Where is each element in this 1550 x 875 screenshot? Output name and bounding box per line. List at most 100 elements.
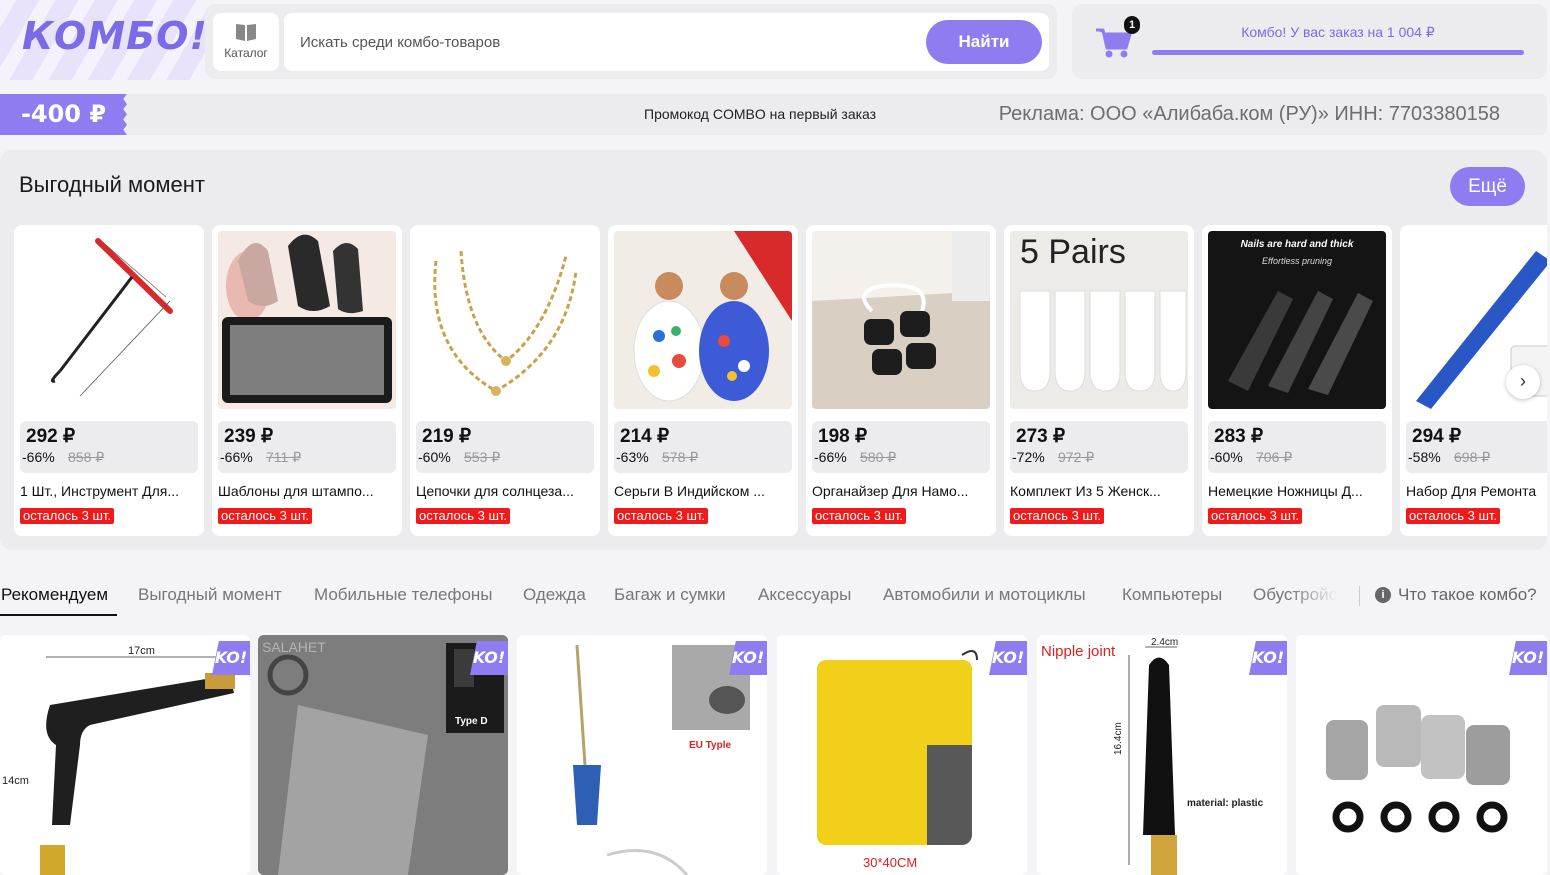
- old-price: 858 ₽: [68, 449, 105, 465]
- stock-badge: осталось 3 шт.: [218, 508, 313, 524]
- deal-card[interactable]: Nails are hard and thick Effortless prun…: [1202, 225, 1392, 536]
- search-box: Найти: [284, 13, 1049, 71]
- product-name: Набор Для Ремонта: [1406, 483, 1537, 499]
- promo-text: Промокод COMBO на первый заказ: [644, 106, 877, 122]
- stock-badge: осталось 3 шт.: [1010, 508, 1105, 524]
- more-button[interactable]: Ещё: [1450, 167, 1525, 206]
- product-image: [20, 231, 198, 409]
- promo-amount: -400 ₽: [20, 100, 107, 128]
- stock-badge: осталось 3 шт.: [1208, 508, 1303, 524]
- deal-card[interactable]: 239 ₽ -66% 711 ₽ Шаблоны для штампо... о…: [212, 225, 402, 536]
- category-tabs: Рекомендуем Выгодный момент Мобильные те…: [0, 576, 1550, 620]
- tab-mobile-phones[interactable]: Мобильные телефоны: [314, 585, 493, 605]
- price: 239 ₽: [224, 426, 274, 447]
- tab-bags[interactable]: Багаж и сумки: [614, 585, 726, 605]
- tab-recommended[interactable]: Рекомендуем: [1, 585, 108, 605]
- price: 219 ₽: [422, 426, 472, 447]
- product-card[interactable]: 17cm 14cm KO!: [0, 635, 250, 875]
- stock-badge: осталось 3 шт.: [416, 508, 511, 524]
- price-box: 283 ₽ -60% 706 ₽: [1208, 421, 1386, 473]
- brand-watermark: SALAHET: [262, 639, 326, 655]
- dimension-label: 17cm: [128, 645, 155, 657]
- stock-badge: осталось 3 шт.: [614, 508, 709, 524]
- book-icon: [236, 24, 256, 41]
- discount: -60%: [1210, 449, 1243, 465]
- logo[interactable]: КОМБО!: [0, 0, 205, 80]
- price-box: 214 ₽ -63% 578 ₽: [614, 421, 792, 473]
- catalog-button[interactable]: Каталог: [213, 13, 279, 71]
- product-image: [40, 656, 240, 875]
- product-card[interactable]: EU Typle KO!: [517, 635, 767, 875]
- product-image: [416, 231, 594, 409]
- deal-card[interactable]: 219 ₽ -60% 553 ₽ Цепочки для солнцеза...…: [410, 225, 600, 536]
- what-is-combo-link[interactable]: Что такое комбо?: [1398, 585, 1537, 605]
- discount: -58%: [1408, 449, 1441, 465]
- deal-card[interactable]: 198 ₽ -66% 580 ₽ Органайзер Для Намо... …: [806, 225, 996, 536]
- stock-badge: осталось 3 шт.: [812, 508, 907, 524]
- stock-badge: осталось 3 шт.: [1406, 508, 1501, 524]
- info-icon: i: [1375, 587, 1391, 603]
- product-image: [1128, 646, 1177, 875]
- deal-card[interactable]: 5 Pairs 273 ₽ -72% 972 ₽ Комплект Из 5 Ж…: [1004, 225, 1194, 536]
- discount: -66%: [22, 449, 55, 465]
- promo-strip[interactable]: -400 ₽ Промокод COMBO на первый заказ Ре…: [0, 94, 1547, 135]
- stock-badge: осталось 3 шт.: [20, 508, 115, 524]
- product-card[interactable]: 30*40CM KO!: [777, 635, 1027, 875]
- discount: -66%: [814, 449, 847, 465]
- cart-message: Комбо! У вас заказ на 1 004 ₽: [1241, 24, 1435, 40]
- product-image: Nails are hard and thick Effortless prun…: [1208, 231, 1386, 409]
- top-bar: КОМБО! Каталог Найти 1 Комбо! У вас зака…: [0, 0, 1550, 86]
- old-price: 578 ₽: [662, 449, 699, 465]
- divider: [1359, 586, 1360, 606]
- scroll-right-button[interactable]: ›: [1506, 365, 1540, 399]
- product-caption: Nipple joint: [1041, 643, 1116, 660]
- product-name: Комплект Из 5 Женск...: [1010, 483, 1161, 499]
- old-price: 553 ₽: [464, 449, 501, 465]
- tab-clothing[interactable]: Одежда: [523, 585, 586, 605]
- product-image: [258, 635, 508, 875]
- old-price: 972 ₽: [1058, 449, 1095, 465]
- product-image: [614, 231, 792, 409]
- dimension-label: 14cm: [2, 775, 29, 787]
- product-name: Немецкие Ножницы Д...: [1208, 483, 1363, 499]
- tab-computers[interactable]: Компьютеры: [1122, 585, 1222, 605]
- old-price: 706 ₽: [1256, 449, 1293, 465]
- deal-card[interactable]: 292 ₽ -66% 858 ₽ 1 Шт., Инструмент Для..…: [14, 225, 204, 536]
- product-image: 5 Pairs: [1010, 231, 1188, 409]
- deals-title: Выгодный момент: [19, 172, 205, 197]
- logo-text: КОМБО!: [22, 14, 205, 58]
- product-card[interactable]: KO!: [1296, 635, 1547, 875]
- tab-auto-moto[interactable]: Автомобили и мотоциклы: [883, 585, 1086, 605]
- price: 294 ₽: [1412, 426, 1462, 447]
- product-name: Органайзер Для Намо...: [812, 483, 969, 499]
- product-card[interactable]: Nipple joint 2.4cm 16.4cm material: plas…: [1037, 635, 1287, 875]
- price-box: 273 ₽ -72% 972 ₽: [1010, 421, 1188, 473]
- product-name: Цепочки для солнцеза...: [416, 483, 574, 499]
- chevron-right-icon: ›: [1520, 371, 1526, 391]
- catalog-label: Каталог: [224, 46, 268, 60]
- active-tab-underline: [0, 614, 117, 616]
- cart-card[interactable]: 1 Комбо! У вас заказ на 1 004 ₽: [1072, 4, 1547, 79]
- price-box: 239 ₽ -66% 711 ₽: [218, 421, 396, 473]
- discount: -66%: [220, 449, 253, 465]
- product-image: [812, 231, 990, 409]
- price: 214 ₽: [620, 426, 670, 447]
- tab-good-moment[interactable]: Выгодный момент: [138, 585, 282, 605]
- product-name: Шаблоны для штампо...: [218, 483, 374, 499]
- product-card[interactable]: SALAHET Type D KO!: [258, 635, 508, 875]
- product-image: [218, 231, 396, 409]
- price-box: 292 ₽ -66% 858 ₽: [20, 421, 198, 473]
- tab-accessories[interactable]: Аксессуары: [758, 585, 851, 605]
- discount: -72%: [1012, 449, 1045, 465]
- old-price: 711 ₽: [266, 449, 302, 465]
- dimension-label: 2.4cm: [1151, 637, 1179, 648]
- search-input[interactable]: [300, 13, 900, 71]
- product-image: [573, 644, 750, 875]
- deals-section: Выгодный момент Ещё 292 ₽ -66% 858 ₽ 1 Ш…: [0, 150, 1547, 550]
- product-image: [817, 650, 978, 845]
- price: 292 ₽: [26, 426, 76, 447]
- price-box: 219 ₽ -60% 553 ₽: [416, 421, 594, 473]
- search-button[interactable]: Найти: [926, 20, 1042, 64]
- discount: -60%: [418, 449, 451, 465]
- deal-card[interactable]: 214 ₽ -63% 578 ₽ Серьги В Индийском ... …: [608, 225, 798, 536]
